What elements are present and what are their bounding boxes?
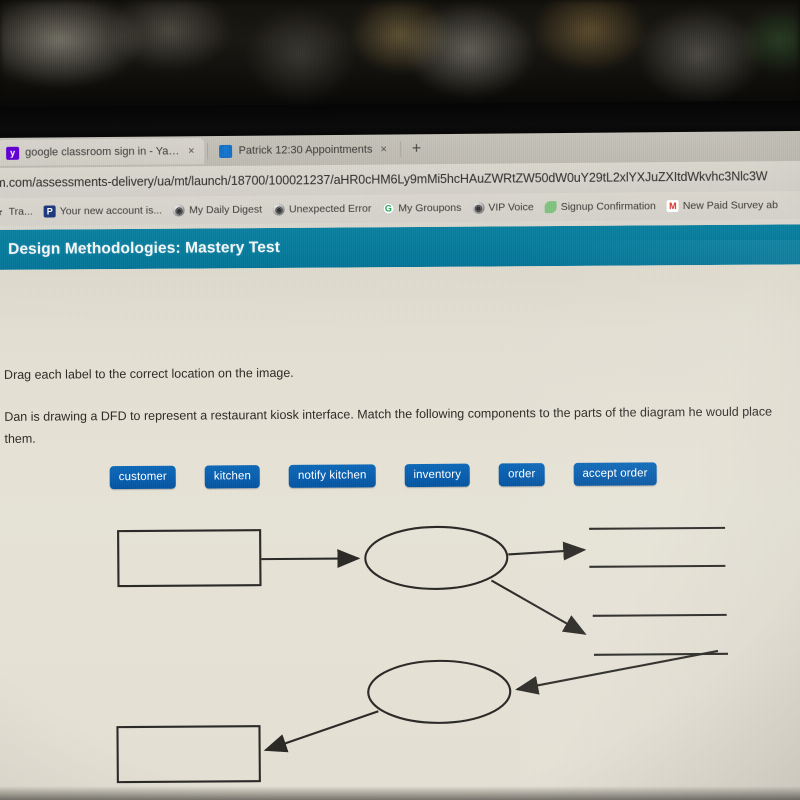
process-ellipse-bottom[interactable]: [367, 659, 512, 724]
answer-line-3[interactable]: [592, 613, 727, 617]
browser-tab-2[interactable]: 👤 Patrick 12:30 Appointments ×: [211, 136, 397, 164]
draggable-label-inventory[interactable]: inventory: [404, 463, 471, 488]
bookmark-item[interactable]: ◉ VIP Voice: [472, 201, 534, 214]
process-ellipse-top[interactable]: [364, 525, 509, 590]
browser-tab-1[interactable]: y google classroom sign in - Yaho ×: [0, 138, 205, 166]
bookmark-label: Tra...: [8, 205, 33, 218]
dfd-svg: [116, 525, 728, 784]
close-icon[interactable]: ×: [186, 145, 197, 157]
answer-line-1[interactable]: [589, 526, 726, 530]
flow-process-top-to-line-3: [490, 579, 587, 635]
bookmark-icon: ★: [0, 206, 3, 217]
bookmark-label: My Daily Digest: [189, 203, 263, 217]
draggable-label-accept-order[interactable]: accept order: [573, 462, 657, 486]
bookmark-item[interactable]: Signup Confirmation: [544, 200, 656, 214]
answer-line-2[interactable]: [589, 564, 726, 568]
bookmark-item[interactable]: M New Paid Survey ab: [666, 199, 779, 213]
screenshot-root: y google classroom sign in - Yaho × 👤 Pa…: [0, 0, 800, 800]
globe-icon: ◉: [272, 203, 286, 216]
dfd-diagram: [0, 514, 800, 800]
tab-divider: [207, 143, 209, 160]
bookmark-item[interactable]: ★ Tra...: [0, 206, 33, 218]
gmail-icon: M: [666, 200, 679, 213]
draggable-label-kitchen[interactable]: kitchen: [204, 465, 261, 489]
globe-icon: ◉: [173, 204, 186, 217]
draggable-label-notify-kitchen[interactable]: notify kitchen: [288, 464, 376, 488]
flow-process-top-to-line-1: [508, 541, 587, 561]
bookmark-label: New Paid Survey ab: [682, 199, 779, 212]
leaf-icon: [544, 201, 557, 214]
browser-tab-2-title: Patrick 12:30 Appointments: [238, 143, 373, 157]
bookmark-label: Your new account is...: [59, 204, 163, 218]
google-icon: G: [382, 202, 395, 215]
page-title: Design Methodologies: Mastery Test: [8, 238, 281, 258]
answer-line-4[interactable]: [593, 652, 728, 656]
bookmark-item[interactable]: G My Groupons: [382, 202, 461, 215]
entity-box-bottom-left[interactable]: [116, 725, 261, 784]
flow-line-4-to-process-bottom: [515, 649, 719, 695]
bookmark-label: Unexpected Error: [288, 202, 372, 216]
calendar-icon: 👤: [219, 144, 233, 158]
globe-icon: ◉: [472, 201, 485, 214]
background-photo: [0, 0, 800, 112]
instruction-text: Drag each label to the correct location …: [3, 365, 294, 382]
entity-box-top-left[interactable]: [117, 529, 262, 588]
flow-process-bottom-to-entity: [263, 710, 379, 753]
draggable-label-order[interactable]: order: [498, 463, 545, 487]
draggable-label-customer[interactable]: customer: [109, 465, 176, 490]
yahoo-icon: y: [6, 146, 20, 160]
bookmark-item[interactable]: ◉ Unexpected Error: [272, 202, 372, 216]
bookmark-label: Signup Confirmation: [560, 200, 656, 214]
url-text: um.com/assessments-delivery/ua/mt/launch…: [0, 169, 768, 191]
assessment-app: Design Methodologies: Mastery Test 2 Dra…: [0, 224, 800, 800]
new-tab-button[interactable]: +: [404, 140, 429, 157]
bookmark-item[interactable]: P Your new account is...: [43, 204, 163, 218]
bookmark-item[interactable]: ◉ My Daily Digest: [173, 204, 262, 217]
browser-tab-1-title: google classroom sign in - Yaho: [25, 145, 181, 159]
question-prompt: Dan is drawing a DFD to represent a rest…: [4, 404, 773, 446]
bookmark-label: VIP Voice: [488, 201, 534, 214]
app-header: Design Methodologies: Mastery Test: [0, 224, 800, 270]
draggable-label-tray: customer kitchen notify kitchen inventor…: [109, 462, 657, 490]
app-body: 2 Drag each label to the correct locatio…: [0, 264, 800, 800]
tab-divider: [399, 141, 401, 158]
browser-chrome: y google classroom sign in - Yaho × 👤 Pa…: [0, 130, 800, 234]
bookmarks-bar: ★ Tra... P Your new account is... ◉ My D…: [0, 190, 800, 226]
flow-entity-to-process-top: [261, 549, 361, 569]
bookmark-label: My Groupons: [398, 201, 462, 215]
paypal-icon: P: [43, 205, 56, 218]
close-icon[interactable]: ×: [378, 144, 389, 156]
